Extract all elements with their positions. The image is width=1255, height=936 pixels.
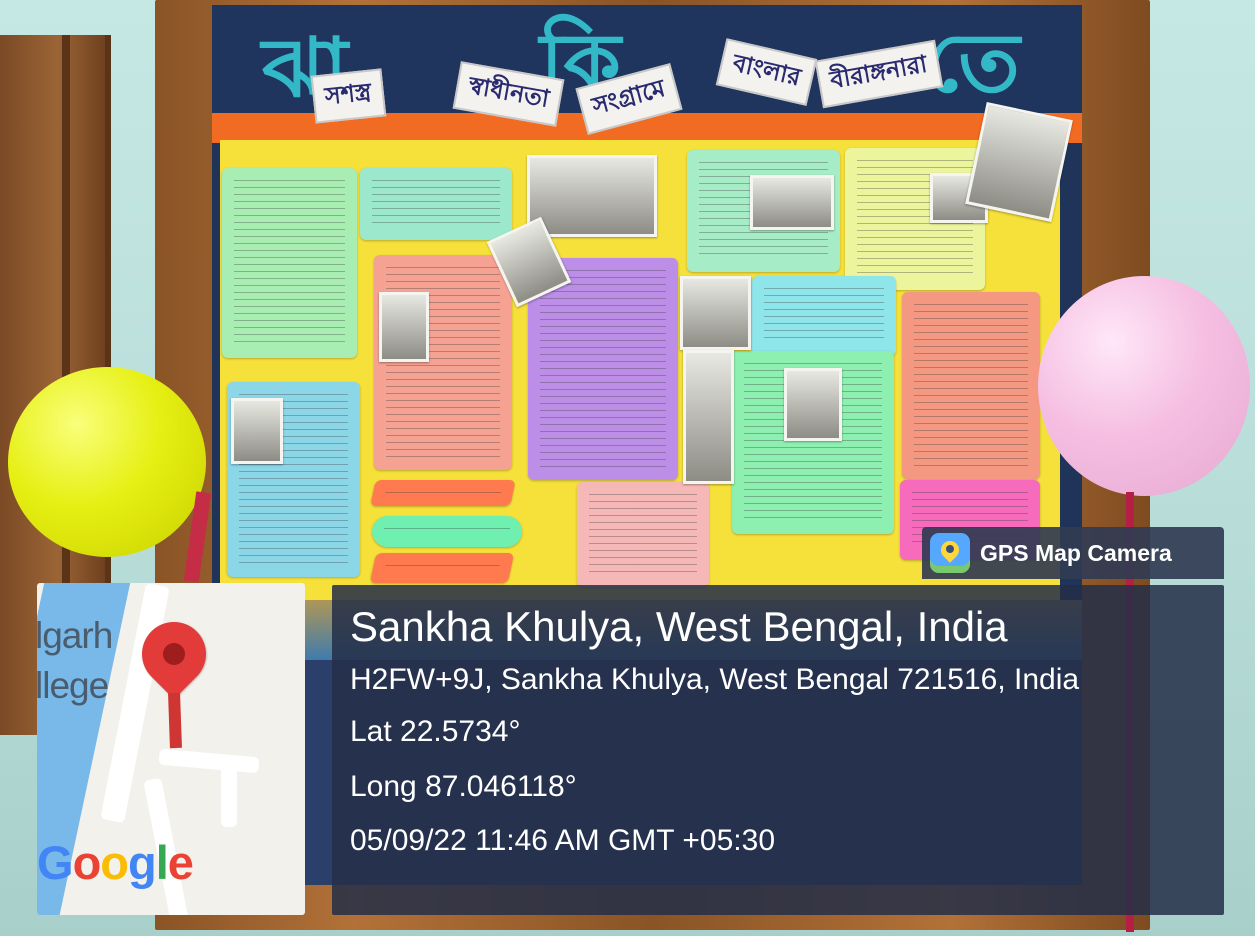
- board-sheet: [360, 168, 512, 240]
- pink-balloon: [1038, 276, 1250, 496]
- latitude: Lat 22.5734°: [350, 715, 521, 748]
- map-road: [221, 765, 237, 827]
- google-logo-letter: l: [155, 836, 169, 889]
- board-banner: [369, 553, 515, 583]
- address-line: H2FW+9J, Sankha Khulya, West Bengal 7215…: [350, 663, 1080, 696]
- board-sheet: [577, 482, 709, 587]
- map-thumbnail: lgarh llege Google: [37, 583, 305, 915]
- yellow-balloon: [8, 367, 206, 557]
- historical-photo: [750, 175, 834, 230]
- google-logo-letter: e: [167, 836, 194, 889]
- gps-map-camera-badge: GPS Map Camera: [922, 527, 1224, 579]
- google-logo: Google: [37, 835, 194, 890]
- board-sheet: [902, 292, 1040, 479]
- longitude: Long 87.046118°: [350, 770, 577, 803]
- place-title: Sankha Khulya, West Bengal, India: [350, 603, 1008, 650]
- board-sheet: [374, 255, 512, 470]
- historical-photo: [527, 155, 657, 237]
- board-sheet: [222, 168, 357, 358]
- map-label-line: llege: [37, 665, 109, 706]
- location-camera-icon: [930, 533, 970, 573]
- google-logo-letter: G: [37, 836, 74, 889]
- map-road: [158, 748, 260, 774]
- historical-photo: [680, 276, 751, 350]
- historical-photo: [379, 292, 429, 362]
- app-name: GPS Map Camera: [980, 539, 1172, 566]
- google-logo-letter: o: [72, 836, 102, 889]
- map-label: lgarh llege: [37, 611, 113, 711]
- google-logo-letter: g: [128, 836, 157, 889]
- historical-photo: [231, 398, 283, 464]
- map-pin-tail: [168, 692, 182, 749]
- map-label-line: lgarh: [37, 615, 113, 656]
- board-word-tag: সশস্ত্র: [310, 68, 386, 124]
- timestamp: 05/09/22 11:46 AM GMT +05:30: [350, 824, 776, 857]
- board-sheet: [752, 276, 896, 356]
- newspaper-clipping: [683, 350, 734, 484]
- location-info-panel: Sankha Khulya, West Bengal, India H2FW+9…: [332, 585, 1224, 915]
- historical-photo: [784, 368, 842, 441]
- google-logo-letter: o: [100, 836, 129, 889]
- board-banner: [370, 480, 516, 506]
- board-banner: [372, 516, 522, 547]
